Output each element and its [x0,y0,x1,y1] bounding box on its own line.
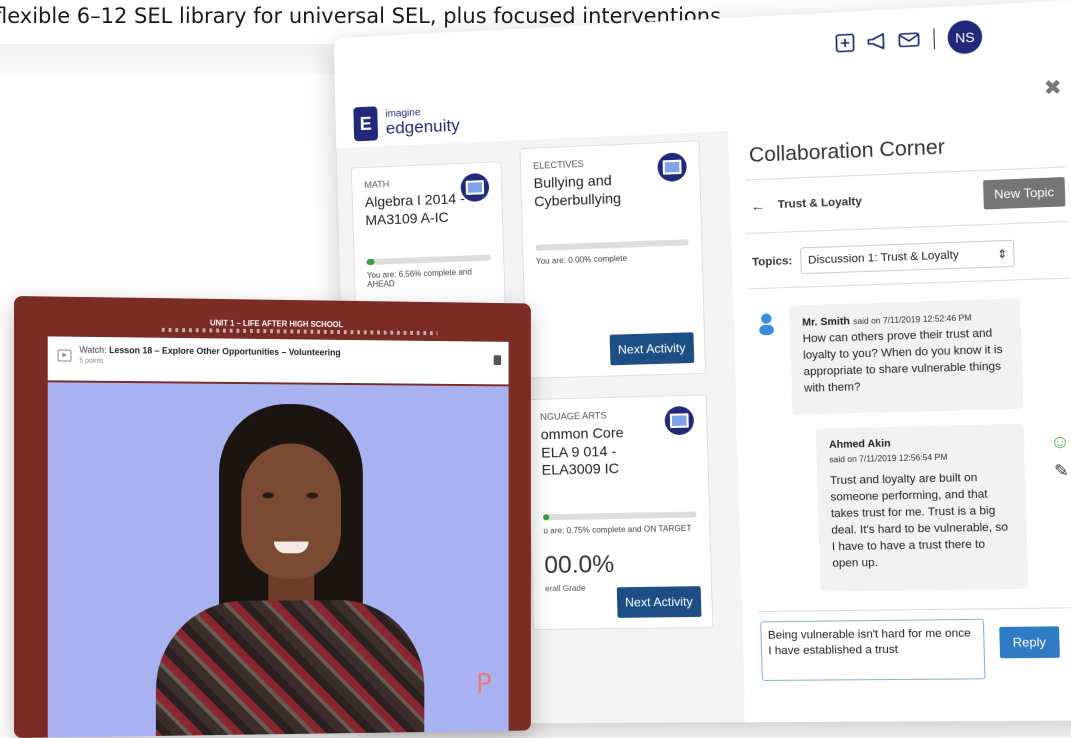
select-arrows-icon: ⇕ [997,247,1008,261]
course-card-ela[interactable]: NGUAGE ARTS ommon Core ELA 9 014 - ELA30… [526,394,714,631]
top-icons: NS [833,19,983,61]
calendar-icon[interactable] [493,355,502,366]
user-icon [759,313,775,336]
divider [747,220,1069,234]
person-eye [262,492,275,499]
megaphone-icon[interactable] [865,29,889,53]
topics-row: Topics: Discussion 1: Trust & Loyalty ⇕ [751,239,1016,276]
video-window: UNIT 1 – LIFE AFTER HIGH SCHOOL ▶ Watch:… [14,296,531,738]
plus-square-icon[interactable] [833,31,857,55]
message-body: How can others prove their trust and loy… [802,327,1003,395]
course-card-electives[interactable]: ELECTIVES Bullying and Cyberbullying You… [519,140,707,379]
message-teacher: Mr. Smith said on 7/11/2019 12:52:46 PM … [789,298,1024,415]
person-face [241,443,341,580]
avatar[interactable]: NS [947,19,983,55]
pencil-icon[interactable]: ✎ [1054,460,1069,481]
person-shirt [155,599,425,738]
course-title: Bullying and Cyberbullying [533,171,622,209]
smile-icon[interactable]: ☺ [1050,431,1071,453]
divider [757,607,1071,613]
separator [933,28,936,50]
course-icon [664,405,695,436]
play-icon[interactable]: ▶ [57,349,72,362]
lesson-title: Lesson 18 – Explore Other Opportunities … [109,345,341,358]
overall-grade: 00.0% [544,550,615,580]
divider [748,277,1070,290]
edgenuity-logo[interactable]: E imagine edgenuity [353,102,460,142]
progress-text: You are: 0.00% complete [535,253,628,267]
message-body: Trust and loyalty are built on someone p… [829,471,1009,570]
logo-big-text: edgenuity [385,115,460,138]
overall-grade-label: erall Grade [544,583,586,594]
progress-bar [366,254,492,266]
envelope-icon[interactable] [897,28,921,52]
lesson-points: 5 points [79,357,104,365]
reply-button[interactable]: Reply [999,626,1060,659]
next-activity-button[interactable]: Next Activity [616,586,702,618]
watch-prefix: Watch: [79,344,107,355]
progress-text: You are: 6.56% complete and AHEAD [366,267,472,290]
message-meta: said on 7/11/2019 12:52:46 PM [852,313,972,327]
new-topic-button[interactable]: New Topic [982,177,1066,210]
next-activity-button[interactable]: Next Activity [609,332,695,366]
collaboration-corner: Collaboration Corner ← Trust & Loyalty N… [733,115,1071,723]
course-title: ommon Core ELA 9 014 - ELA3009 IC [540,424,624,478]
message-author: Mr. Smith [802,316,851,329]
course-icon [657,152,688,183]
video-player[interactable]: P [47,382,509,738]
topic-select[interactable]: Discussion 1: Trust & Loyalty ⇕ [800,239,1016,275]
overlay-logo: P [476,667,492,700]
course-title: Algebra I 2014 - MA3109 A-IC [364,189,465,228]
progress-bar [535,239,689,251]
arrow-left-icon: ← [750,197,766,215]
close-icon[interactable]: ✖ [1043,74,1062,101]
topic-back-label: Trust & Loyalty [777,195,862,212]
progress-text: u are: 0.75% complete and ON TARGET [543,523,692,536]
message-student: Ahmed Akin said on 7/11/2019 12:56:54 PM… [815,423,1029,592]
collab-title: Collaboration Corner [748,135,946,168]
topics-label: Topics: [751,254,793,269]
logo-mark-icon: E [353,106,379,142]
reply-textarea[interactable]: Being vulnerable isn't hard for me once … [760,618,986,681]
video-header: ▶ Watch: Lesson 18 – Explore Other Oppor… [47,336,509,385]
back-to-topic[interactable]: ← Trust & Loyalty [750,193,862,215]
person-eye [306,492,319,499]
course-icon [460,172,490,203]
topic-selected: Discussion 1: Trust & Loyalty [807,249,959,267]
progress-bar [542,510,697,520]
lesson-title-row: Watch: Lesson 18 – Explore Other Opportu… [79,345,340,358]
